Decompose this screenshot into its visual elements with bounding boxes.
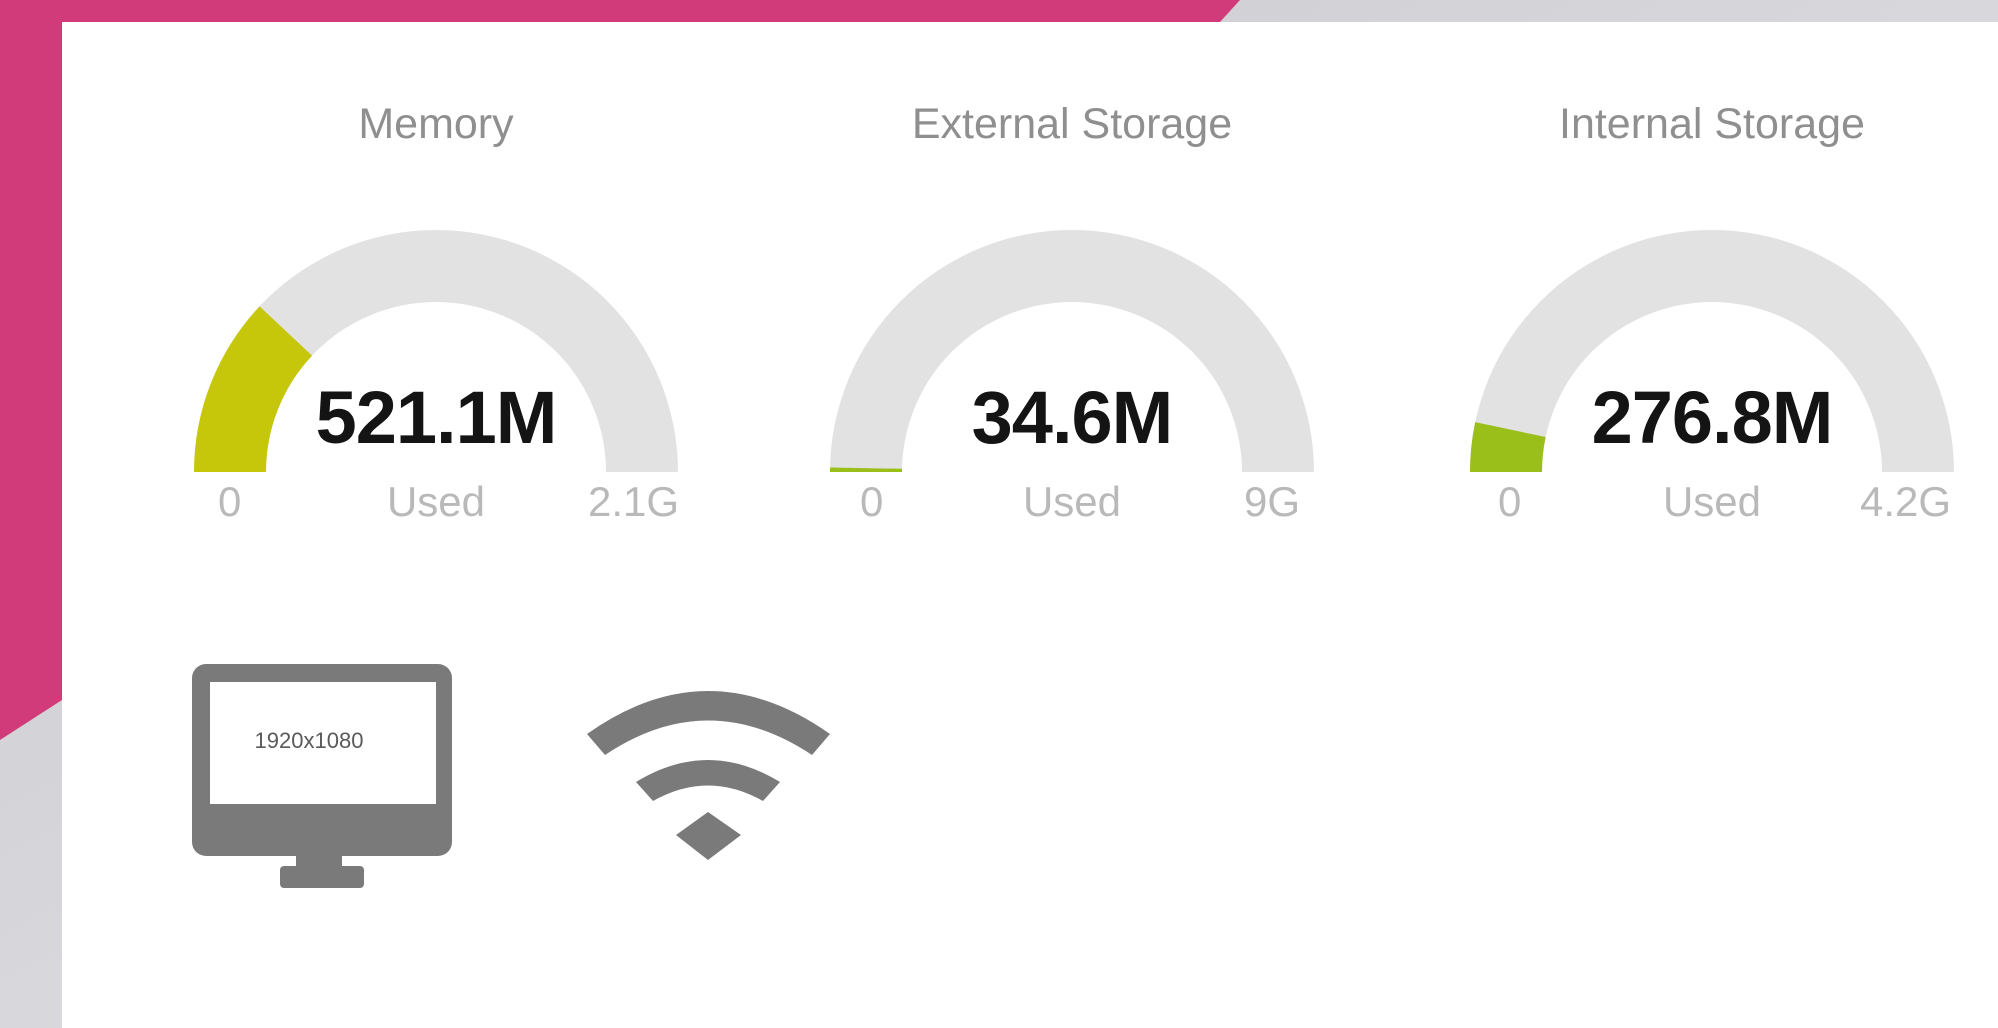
- monitor-icon[interactable]: [192, 664, 452, 888]
- wifi-icon[interactable]: [587, 691, 830, 860]
- device-icons: [192, 664, 830, 888]
- display-resolution-label: 1920x1080: [254, 728, 364, 753]
